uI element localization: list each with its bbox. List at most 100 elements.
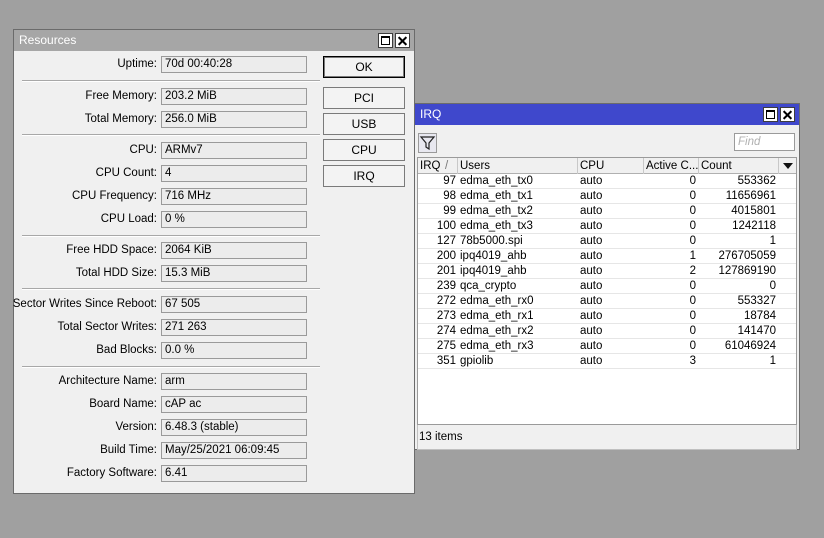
active-cpu-cell: 0 [689,295,696,307]
usb-button[interactable]: USB [323,113,405,135]
active-cpu-cell: 0 [689,235,696,247]
table-row[interactable]: 127 78b5000.spi auto 0 1 [418,234,796,249]
column-header-irq[interactable]: IRQ / [418,158,458,174]
active-cpu-cell: 3 [689,355,696,367]
pci-button[interactable]: PCI [323,87,405,109]
architecture-value[interactable]: arm [161,373,307,390]
irq-cell: 200 [436,250,456,262]
separator [22,134,320,136]
close-icon[interactable] [780,107,795,122]
active-cpu-cell: 0 [689,310,696,322]
active-cpu-cell: 0 [689,280,696,292]
table-row[interactable]: 201 ipq4019_ahb auto 2 127869190 [418,264,796,279]
table-row[interactable]: 100 edma_eth_tx3 auto 0 1242118 [418,219,796,234]
active-cpu-cell: 0 [689,175,696,187]
table-row[interactable]: 97 edma_eth_tx0 auto 0 553362 [418,174,796,189]
version-label: Version: [115,421,157,433]
column-header-active-cpu[interactable]: Active C... [644,158,699,174]
cpu-load-value[interactable]: 0 % [161,211,307,228]
irq-toolbar: Find [415,125,799,157]
irq-cell: 274 [436,325,456,337]
cpu-value[interactable]: ARMv7 [161,142,307,159]
version-value[interactable]: 6.48.3 (stable) [161,419,307,436]
table-row[interactable]: 274 edma_eth_rx2 auto 0 141470 [418,324,796,339]
irq-cell: 351 [436,355,456,367]
irq-titlebar[interactable]: IRQ [415,104,799,125]
find-input[interactable]: Find [734,133,795,151]
bad-blocks-value[interactable]: 0.0 % [161,342,307,359]
maximize-icon[interactable] [763,107,778,122]
cpu-load-label: CPU Load: [100,213,157,225]
column-header-users[interactable]: Users [458,158,578,174]
ok-button[interactable]: OK [323,56,405,78]
count-cell: 61046924 [724,340,776,352]
table-row[interactable]: 98 edma_eth_tx1 auto 0 11656961 [418,189,796,204]
free-hdd-value[interactable]: 2064 KiB [161,242,307,259]
sector-writes-reboot-label: Sector Writes Since Reboot: [12,298,157,310]
count-cell: 1 [769,235,776,247]
cpu-frequency-label: CPU Frequency: [71,190,157,202]
irq-cell: 275 [436,340,456,352]
irq-cell: 272 [436,295,456,307]
users-cell: qca_crypto [460,280,517,292]
table-row[interactable]: 272 edma_eth_rx0 auto 0 553327 [418,294,796,309]
free-hdd-label: Free HDD Space: [66,244,157,256]
maximize-icon[interactable] [378,33,393,48]
column-header-cpu[interactable]: CPU [578,158,644,174]
cpu-count-label: CPU Count: [95,167,157,179]
separator [22,235,320,237]
separator [22,366,320,368]
table-body: 97 edma_eth_tx0 auto 0 553362 98 edma_eth_tx1 a… [418,174,796,369]
resources-titlebar[interactable]: Resources [14,30,414,51]
uptime-label: Uptime: [117,58,157,70]
factory-software-value[interactable]: 6.41 [161,465,307,482]
count-cell: 276705059 [718,250,776,262]
table-header: IRQ / Users CPU Active C... Count [418,158,796,174]
table-row[interactable]: 273 edma_eth_rx1 auto 0 18784 [418,309,796,324]
total-hdd-value[interactable]: 15.3 MiB [161,265,307,282]
uptime-value[interactable]: 70d 00:40:28 [161,56,307,73]
users-cell: edma_eth_tx0 [460,175,533,187]
users-cell: edma_eth_tx3 [460,220,533,232]
bad-blocks-label: Bad Blocks: [96,344,157,356]
count-cell: 4015801 [731,205,776,217]
irq-cell: 97 [443,175,456,187]
active-cpu-cell: 0 [689,325,696,337]
table-row[interactable]: 200 ipq4019_ahb auto 1 276705059 [418,249,796,264]
board-name-value[interactable]: cAP ac [161,396,307,413]
close-icon[interactable] [395,33,410,48]
filter-button[interactable] [418,133,437,153]
free-memory-label: Free Memory: [85,90,157,102]
table-row[interactable]: 275 edma_eth_rx3 auto 0 61046924 [418,339,796,354]
irq-cell: 99 [443,205,456,217]
free-memory-value[interactable]: 203.2 MiB [161,88,307,105]
table-row[interactable]: 351 gpiolib auto 3 1 [418,354,796,369]
cpu-cell: auto [580,310,603,322]
column-header-count[interactable]: Count [699,158,779,174]
total-memory-value[interactable]: 256.0 MiB [161,111,307,128]
total-memory-label: Total Memory: [84,113,157,125]
sort-icon: / [445,160,449,172]
active-cpu-cell: 1 [689,250,696,262]
users-cell: edma_eth_tx1 [460,190,533,202]
table-row[interactable]: 239 qca_crypto auto 0 0 [418,279,796,294]
sector-writes-reboot-value[interactable]: 67 505 [161,296,307,313]
cpu-cell: auto [580,235,603,247]
irq-button[interactable]: IRQ [323,165,405,187]
table-row[interactable]: 99 edma_eth_tx2 auto 0 4015801 [418,204,796,219]
users-cell: edma_eth_tx2 [460,205,533,217]
cpu-cell: auto [580,295,603,307]
active-cpu-cell: 0 [689,340,696,352]
item-count: 13 items [419,431,463,443]
total-sector-writes-value[interactable]: 271 263 [161,319,307,336]
cpu-cell: auto [580,175,603,187]
users-cell: edma_eth_rx3 [460,340,534,352]
cpu-button[interactable]: CPU [323,139,405,161]
column-menu-button[interactable] [779,158,796,174]
status-bar [417,425,797,450]
users-cell: ipq4019_ahb [460,265,527,277]
cpu-frequency-value[interactable]: 716 MHz [161,188,307,205]
cpu-count-value[interactable]: 4 [161,165,307,182]
build-time-value[interactable]: May/25/2021 06:09:45 [161,442,307,459]
column-irq-label: IRQ [420,160,441,172]
